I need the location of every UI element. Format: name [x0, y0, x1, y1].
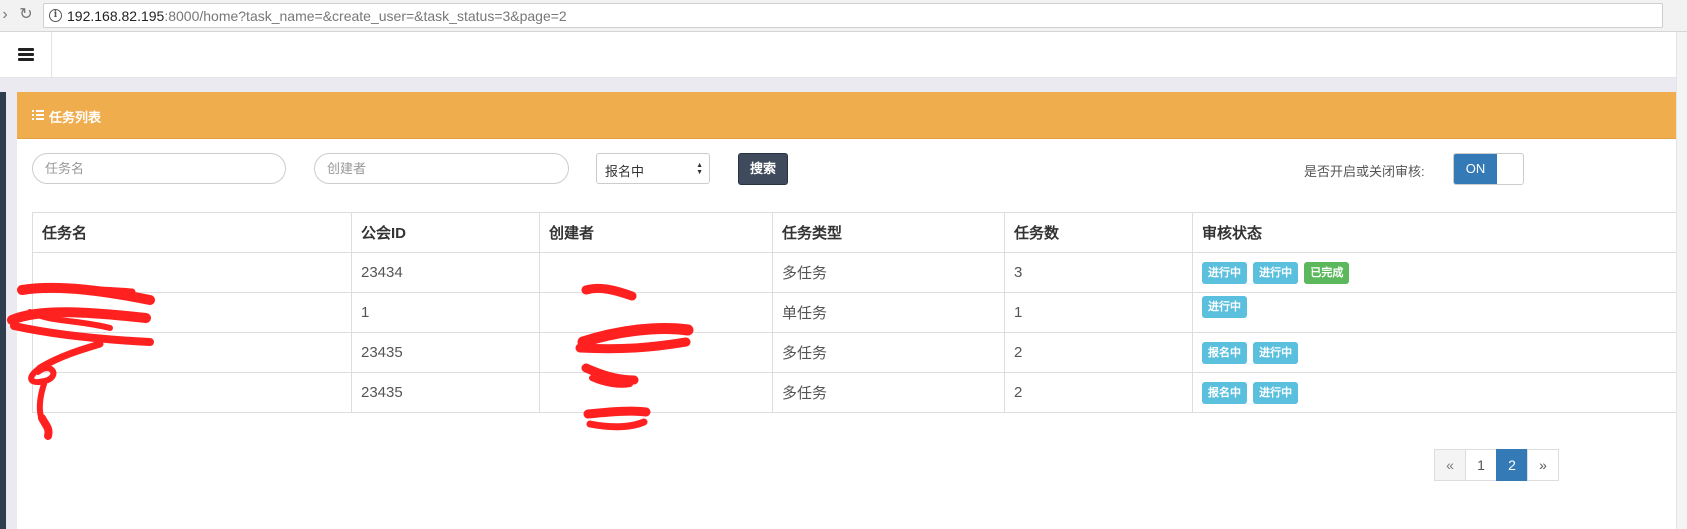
status-badge: 报名中: [1202, 341, 1247, 364]
col-audit-status[interactable]: 审核状态: [1192, 212, 1687, 253]
cell-task-name: [32, 252, 352, 293]
list-icon: [32, 110, 44, 120]
menu-toggle-icon[interactable]: [0, 32, 52, 78]
audit-toggle-label: 是否开启或关闭审核:: [1304, 164, 1425, 179]
cell-guild-id: 1: [351, 292, 540, 333]
cell-task-count: 2: [1004, 372, 1193, 413]
cell-task-name: [32, 332, 352, 373]
select-arrows-icon: ▲ ▼: [696, 162, 703, 176]
search-button[interactable]: 搜索: [738, 153, 788, 185]
url-text: 192.168.82.195:8000/home?task_name=&crea…: [67, 8, 567, 24]
status-select-value: 报名中: [605, 164, 645, 179]
cell-task-name: [32, 372, 352, 413]
cell-audit-status: 报名中 进行中: [1192, 332, 1687, 373]
col-guild-id[interactable]: 公会ID: [351, 212, 540, 253]
table-row[interactable]: 23435 多任务 2 报名中 进行中: [32, 332, 1687, 373]
cell-task-count: 3: [1004, 252, 1193, 293]
sidebar-rail: [0, 92, 6, 529]
cell-creator: [539, 252, 773, 293]
cell-task-type: 多任务: [772, 252, 1005, 293]
status-badge: 已完成: [1304, 261, 1350, 284]
pagination-page-active[interactable]: 2: [1496, 449, 1528, 481]
col-task-count[interactable]: 任务数: [1004, 212, 1193, 253]
cell-task-type: 多任务: [772, 372, 1005, 413]
status-badge: 进行中: [1253, 381, 1299, 404]
cell-creator: [539, 372, 773, 413]
cell-task-type: 单任务: [772, 292, 1005, 333]
cell-task-type: 多任务: [772, 332, 1005, 373]
pagination-prev[interactable]: «: [1434, 449, 1466, 481]
cell-creator: [539, 292, 773, 333]
creator-input[interactable]: [314, 153, 569, 184]
audit-toggle-on: ON: [1454, 154, 1497, 184]
address-bar[interactable]: i 192.168.82.195:8000/home?task_name=&cr…: [43, 3, 1663, 28]
col-creator[interactable]: 创建者: [539, 212, 773, 253]
col-task-type[interactable]: 任务类型: [772, 212, 1005, 253]
url-path: :8000/home?task_name=&create_user=&task_…: [164, 8, 567, 24]
task-name-input[interactable]: [32, 153, 286, 184]
col-task-name[interactable]: 任务名: [32, 212, 352, 253]
cell-audit-status: 报名中 进行中: [1192, 372, 1687, 413]
url-host: 192.168.82.195: [67, 8, 165, 24]
panel-title: 任务列表: [49, 110, 102, 125]
status-badge: 进行中: [1202, 261, 1247, 284]
info-icon[interactable]: i: [49, 9, 62, 22]
pagination: « 1 2 »: [1434, 449, 1559, 481]
cell-task-count: 2: [1004, 332, 1193, 373]
status-badge: 进行中: [1253, 341, 1299, 364]
task-list-panel: 任务列表 报名中 ▲▼ 搜索 是否开启或关闭审核: ON 任务名 公会ID 创建…: [17, 92, 1687, 529]
table-row[interactable]: 23435 多任务 2 报名中 进行中: [32, 372, 1687, 413]
status-badge: 进行中: [1253, 261, 1299, 284]
pagination-page[interactable]: 1: [1465, 449, 1497, 481]
reload-icon[interactable]: ↻: [15, 4, 37, 26]
table-row[interactable]: 23434 多任务 3 进行中 进行中 已完成: [32, 252, 1687, 293]
status-badge: 进行中: [1202, 295, 1247, 318]
page-scrollbar[interactable]: [1676, 32, 1687, 529]
cell-guild-id: 23435: [351, 332, 540, 373]
table-row[interactable]: 1 单任务 1 进行中: [32, 292, 1687, 333]
cell-guild-id: 23434: [351, 252, 540, 293]
cell-task-count: 1: [1004, 292, 1193, 333]
status-badge: 报名中: [1202, 381, 1247, 404]
pagination-next[interactable]: »: [1527, 449, 1559, 481]
top-navbar: [0, 32, 1687, 78]
audit-toggle[interactable]: ON: [1453, 153, 1524, 185]
cell-audit-status: 进行中: [1192, 292, 1687, 333]
task-table: 任务名 公会ID 创建者 任务类型 任务数 审核状态 23434 多任务 3 进…: [32, 212, 1687, 413]
cell-creator: [539, 332, 773, 373]
browser-toolbar: › ↻ i 192.168.82.195:8000/home?task_name…: [0, 0, 1687, 32]
back-icon[interactable]: ›: [0, 4, 16, 26]
table-header-row: 任务名 公会ID 创建者 任务类型 任务数 审核状态: [32, 212, 1687, 253]
status-select[interactable]: 报名中 ▲ ▼: [596, 153, 710, 184]
cell-task-name: [32, 292, 352, 333]
cell-audit-status: 进行中 进行中 已完成: [1192, 252, 1687, 293]
panel-header: 任务列表: [17, 92, 1687, 139]
cell-guild-id: 23435: [351, 372, 540, 413]
